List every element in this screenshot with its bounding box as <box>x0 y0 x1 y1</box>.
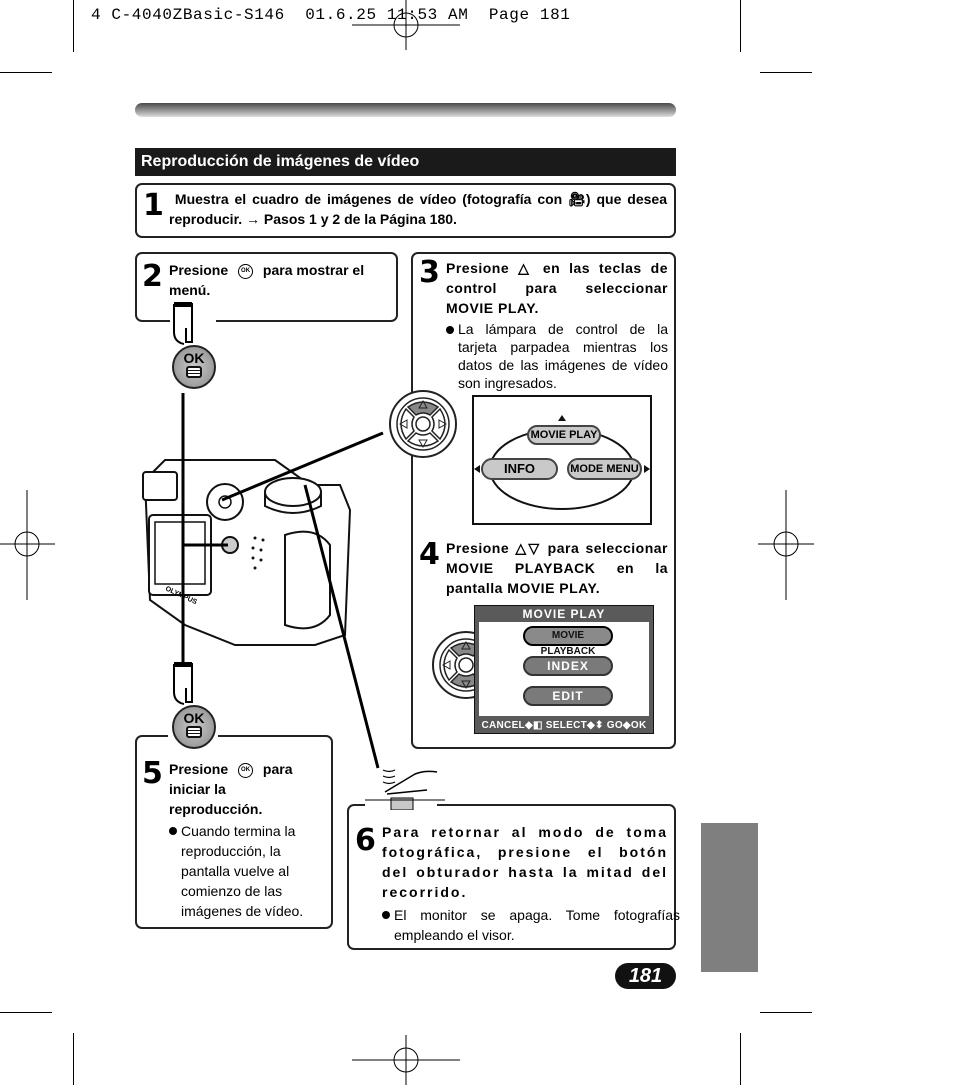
pressing-hand-icon <box>173 662 193 705</box>
step-5-text-a: Presione <box>169 761 229 777</box>
ok-label: OK <box>183 710 205 726</box>
step-number: 5 <box>142 756 163 791</box>
step-5-bullet: Cuando termina la reproducción, la panta… <box>169 821 331 921</box>
ok-button-icon: OK <box>238 762 254 778</box>
step-number: 6 <box>355 823 376 858</box>
step-6-bullet: El monitor se apaga. Tome fotografías em… <box>382 905 680 945</box>
step-6-text: Para retornar al modo de toma fotográfic… <box>382 824 668 900</box>
chapter-tab <box>701 823 758 972</box>
step-5-text: Presione OK para iniciar la reproducción… <box>169 759 319 819</box>
step-5-box: 5 Presione OK para iniciar la reproducci… <box>135 735 333 929</box>
menu-icon <box>186 726 202 738</box>
ok-button[interactable]: OK <box>172 705 216 749</box>
shutter-button-press-icon <box>365 769 445 810</box>
page-number: 181 <box>615 963 676 989</box>
step-6-box: 6 Para retornar al modo de toma fotográf… <box>347 804 680 950</box>
